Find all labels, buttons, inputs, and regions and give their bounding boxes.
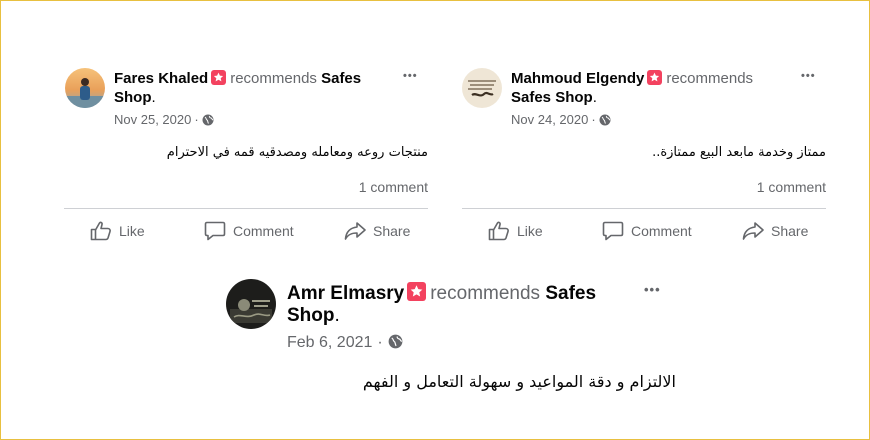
recommends-text: recommends: [430, 283, 541, 304]
meta-separator: ·: [591, 112, 596, 127]
period: .: [151, 89, 156, 106]
comment-count-link[interactable]: 1 comment: [699, 179, 826, 195]
review-text: الالتزام و دقة المواعيد و سهولة التعامل …: [362, 372, 676, 391]
post-header-line1: Fares Khaled recommends Safes: [114, 70, 361, 86]
like-button[interactable]: Like: [488, 221, 543, 241]
meta-separator: ·: [194, 112, 199, 127]
review-post-fares: Fares Khaled recommends Safes Shop. Nov 2…: [1, 1, 436, 261]
page-name-link-cont[interactable]: Shop: [287, 305, 335, 326]
comment-icon: [602, 221, 624, 241]
reviews-frame: Fares Khaled recommends Safes Shop. Nov 2…: [0, 0, 870, 440]
review-post-amr: Amr Elmasry recommends Safes Shop. Feb 6,…: [1, 261, 869, 439]
comment-count-link[interactable]: 1 comment: [301, 179, 428, 195]
more-options-button[interactable]: •••: [403, 70, 418, 82]
like-icon: [90, 221, 112, 241]
post-header-line2: Safes Shop.: [511, 90, 597, 105]
author-name[interactable]: Fares Khaled: [114, 70, 208, 87]
recommend-badge-icon: [407, 282, 427, 301]
review-text: ممتاز وخدمة مابعد البيع ممتازة..: [652, 145, 826, 160]
post-date[interactable]: Nov 24, 2020: [511, 112, 588, 127]
like-label: Like: [119, 223, 145, 239]
post-header-line2: Shop.: [287, 306, 340, 325]
comment-label: Comment: [631, 223, 692, 239]
post-date[interactable]: Feb 6, 2021: [287, 334, 372, 351]
review-text: منتجات روعه ومعامله ومصدقيه قمه في الاحت…: [166, 145, 428, 160]
share-button[interactable]: Share: [344, 221, 410, 241]
post-meta: Nov 25, 2020 ·: [114, 112, 214, 127]
comment-label: Comment: [233, 223, 294, 239]
more-options-button[interactable]: •••: [801, 70, 816, 82]
comment-icon: [204, 221, 226, 241]
globe-icon: [599, 112, 611, 127]
post-meta: Nov 24, 2020 ·: [511, 112, 611, 127]
like-icon: [488, 221, 510, 241]
page-name-link[interactable]: Safes: [545, 283, 596, 304]
share-label: Share: [771, 223, 809, 239]
share-button[interactable]: Share: [742, 221, 808, 241]
meta-separator: ·: [377, 334, 383, 351]
recommend-badge-icon: [211, 70, 227, 85]
page-name-link[interactable]: Safes Shop: [511, 89, 593, 106]
globe-icon: [202, 112, 214, 127]
author-name[interactable]: Mahmoud Elgendy: [511, 70, 644, 87]
period: .: [334, 305, 340, 326]
share-icon: [742, 221, 764, 241]
like-button[interactable]: Like: [90, 221, 145, 241]
author-name[interactable]: Amr Elmasry: [287, 283, 404, 304]
recommends-text: recommends: [666, 70, 754, 87]
period: .: [592, 89, 597, 106]
post-meta: Feb 6, 2021 ·: [287, 334, 403, 352]
share-label: Share: [373, 223, 411, 239]
avatar[interactable]: [65, 68, 105, 108]
share-icon: [344, 221, 366, 241]
avatar[interactable]: [462, 68, 502, 108]
post-date[interactable]: Nov 25, 2020: [114, 112, 191, 127]
page-name-link-cont[interactable]: Shop: [114, 89, 152, 106]
divider: [462, 208, 826, 209]
like-label: Like: [517, 223, 543, 239]
recommends-text: recommends: [230, 70, 317, 87]
recommend-badge-icon: [647, 70, 663, 85]
divider: [64, 208, 428, 209]
more-options-button[interactable]: •••: [644, 282, 661, 297]
comment-button[interactable]: Comment: [204, 221, 294, 241]
globe-icon: [388, 334, 403, 351]
post-header-line1: Mahmoud Elgendy recommends: [511, 70, 753, 86]
post-header-line2: Shop.: [114, 90, 156, 105]
avatar[interactable]: [226, 279, 276, 329]
post-header-line1: Amr Elmasry recommends Safes: [287, 282, 596, 303]
page-name-link[interactable]: Safes: [321, 70, 361, 87]
comment-button[interactable]: Comment: [602, 221, 692, 241]
